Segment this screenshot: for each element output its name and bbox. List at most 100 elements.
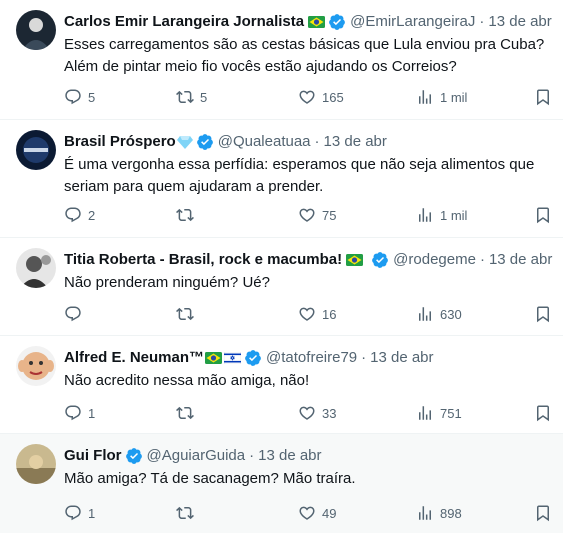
author-handle[interactable]: @Qualeatuaa — [218, 132, 311, 152]
tweet-date[interactable]: 13 de abr — [370, 348, 433, 368]
heart-icon — [299, 406, 315, 420]
bookmark-button[interactable] — [534, 87, 552, 107]
bookmark-icon — [537, 306, 549, 323]
heart-icon — [299, 90, 315, 104]
views-icon — [419, 307, 431, 321]
tweet-date[interactable]: 13 de abr — [324, 132, 387, 152]
views-icon — [419, 208, 431, 222]
avatar[interactable] — [16, 248, 56, 288]
tweet-date[interactable]: 13 de abr — [488, 12, 551, 32]
like-button[interactable]: 75 — [298, 205, 336, 225]
like-count: 16 — [322, 306, 337, 322]
author-handle[interactable]: @tatofreire79 — [266, 348, 357, 368]
avatar[interactable] — [16, 130, 56, 170]
bookmark-button[interactable] — [534, 503, 552, 523]
reply-count: 2 — [88, 207, 96, 223]
reply-count: 5 — [88, 89, 96, 105]
bookmark-icon — [537, 505, 549, 522]
retweet-icon — [176, 406, 194, 420]
views-icon — [419, 406, 431, 420]
bookmark-button[interactable] — [534, 205, 552, 225]
avatar[interactable] — [16, 10, 56, 50]
views-count: 1 mil — [440, 89, 468, 105]
views-button[interactable]: 1 mil — [416, 205, 467, 225]
brazil-flag-icon — [205, 352, 223, 364]
reply-icon — [65, 405, 81, 421]
retweet-icon — [176, 506, 194, 520]
like-button[interactable]: 16 — [298, 304, 336, 324]
retweet-button[interactable] — [176, 503, 200, 523]
bookmark-icon — [537, 405, 549, 422]
heart-icon — [299, 506, 315, 520]
author-name[interactable]: Titia Roberta - Brasil, rock e macumba! — [64, 250, 342, 270]
reply-button[interactable]: 2 — [64, 205, 95, 225]
views-button[interactable]: 898 — [416, 503, 462, 523]
reply-icon — [65, 306, 81, 322]
views-count: 751 — [440, 405, 462, 421]
israel-flag-icon — [224, 352, 242, 364]
reply-button[interactable]: 1 — [64, 503, 95, 523]
tweet-actions: 5 5 165 1 mil — [64, 87, 554, 107]
tweet-actions: 2 75 1 mil — [64, 205, 554, 225]
tweet[interactable]: Titia Roberta - Brasil, rock e macumba! … — [0, 238, 563, 336]
retweet-button[interactable] — [176, 304, 200, 324]
author-handle[interactable]: @rodegeme — [393, 250, 476, 270]
bookmark-icon — [537, 207, 549, 224]
retweet-button[interactable] — [176, 403, 200, 423]
views-icon — [419, 90, 431, 104]
reply-icon — [65, 207, 81, 223]
author-name[interactable]: Brasil Próspero — [64, 132, 176, 152]
author-handle[interactable]: @AguiarGuida — [147, 446, 246, 466]
tweet-text: Esses carregamentos são as cestas básica… — [64, 36, 545, 75]
author-handle[interactable]: @EmirLarangeiraJ — [350, 12, 475, 32]
retweet-icon — [176, 307, 194, 321]
blue-diamond-icon — [176, 136, 193, 149]
like-button[interactable]: 49 — [298, 503, 336, 523]
author-name[interactable]: Carlos Emir Larangeira Jornalista — [64, 12, 304, 32]
views-count: 1 mil — [440, 207, 468, 223]
tweet-header: Alfred E. Neuman™ @tatofreire79 · 13 de … — [64, 348, 434, 368]
brazil-flag-icon — [308, 16, 326, 28]
like-count: 75 — [322, 207, 337, 223]
views-count: 898 — [440, 505, 462, 521]
author-name[interactable]: Gui Flor — [64, 446, 122, 466]
tweet-date[interactable]: 13 de abr — [489, 250, 552, 270]
tweet-date[interactable]: 13 de abr — [258, 446, 321, 466]
reply-button[interactable]: 1 — [64, 403, 95, 423]
views-button[interactable]: 751 — [416, 403, 462, 423]
bookmark-button[interactable] — [534, 403, 552, 423]
tweet-text: Não prenderam ninguém? Ué? — [64, 274, 270, 291]
retweet-count: 5 — [200, 89, 208, 105]
tweet[interactable]: Alfred E. Neuman™ @tatofreire79 · 13 de … — [0, 336, 563, 434]
retweet-button[interactable]: 5 — [176, 87, 207, 107]
verified-badge-icon — [372, 252, 389, 268]
reply-icon — [65, 505, 81, 521]
avatar[interactable] — [16, 444, 56, 484]
author-name[interactable]: Alfred E. Neuman™ — [64, 348, 204, 368]
bookmark-button[interactable] — [534, 304, 552, 324]
tweet-actions: 16 630 — [64, 304, 554, 324]
views-button[interactable]: 1 mil — [416, 87, 467, 107]
verified-badge-icon — [245, 350, 261, 366]
like-button[interactable]: 33 — [298, 403, 336, 423]
tweet[interactable]: Gui Flor @AguiarGuida · 13 de abr Mão am… — [0, 434, 563, 533]
views-icon — [419, 506, 431, 520]
reply-button[interactable]: 5 — [64, 87, 95, 107]
like-count: 49 — [322, 505, 337, 521]
retweet-icon — [176, 90, 194, 104]
verified-badge-icon — [125, 448, 142, 464]
tweet-text: Mão amiga? Tá de sacanagem? Mão traíra. — [64, 470, 356, 487]
retweet-button[interactable] — [176, 205, 200, 225]
avatar[interactable] — [16, 346, 56, 386]
tweet-header: Titia Roberta - Brasil, rock e macumba! … — [64, 250, 553, 270]
like-button[interactable]: 165 — [298, 87, 344, 107]
tweet[interactable]: Brasil Próspero @Qualeatuaa · 13 de abr … — [0, 120, 563, 238]
tweet-text: Não acredito nessa mão amiga, não! — [64, 372, 310, 389]
views-count: 630 — [440, 306, 462, 322]
tweet-actions: 1 33 751 — [64, 403, 554, 423]
views-button[interactable]: 630 — [416, 304, 462, 324]
tweet[interactable]: Carlos Emir Larangeira Jornalista @EmirL… — [0, 0, 563, 120]
tweet-header: Gui Flor @AguiarGuida · 13 de abr — [64, 446, 322, 466]
reply-button[interactable] — [64, 304, 88, 324]
tweet-actions: 1 49 898 — [64, 503, 554, 523]
